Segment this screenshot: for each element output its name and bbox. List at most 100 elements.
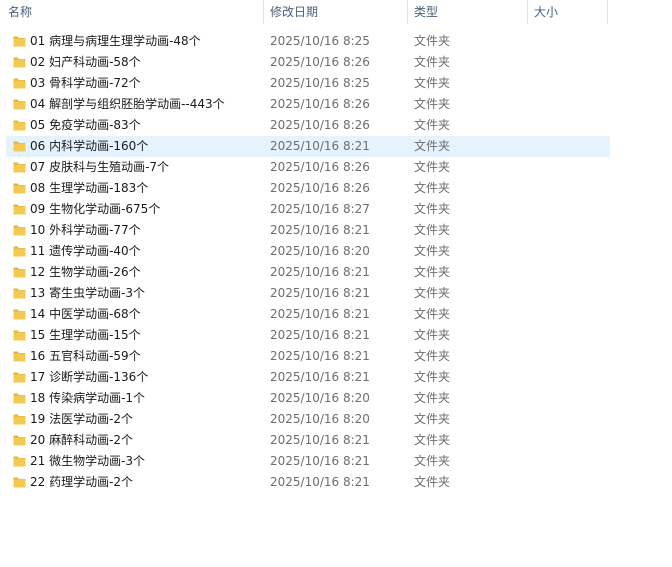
file-name: 19 法医学动画-2个 bbox=[30, 412, 134, 426]
file-date: 2025/10/16 8:21 bbox=[270, 265, 370, 279]
file-name: 17 诊断学动画-136个 bbox=[30, 370, 149, 384]
column-header-bar: ^ 名称 修改日期 类型 大小 bbox=[0, 0, 672, 26]
file-type: 文件夹 bbox=[414, 202, 451, 216]
folder-icon bbox=[13, 330, 26, 341]
file-name: 21 微生物学动画-3个 bbox=[30, 454, 146, 468]
file-type: 文件夹 bbox=[414, 349, 451, 363]
file-name: 15 生理学动画-15个 bbox=[30, 328, 141, 342]
file-type: 文件夹 bbox=[414, 118, 451, 132]
folder-icon bbox=[13, 183, 26, 194]
file-row[interactable]: 21 微生物学动画-3个 2025/10/16 8:21 文件夹 bbox=[6, 451, 610, 472]
folder-icon bbox=[13, 456, 26, 467]
file-row[interactable]: 19 法医学动画-2个 2025/10/16 8:20 文件夹 bbox=[6, 409, 610, 430]
file-type: 文件夹 bbox=[414, 328, 451, 342]
file-row[interactable]: 03 骨科学动画-72个 2025/10/16 8:25 文件夹 bbox=[6, 73, 610, 94]
column-header-date[interactable]: 修改日期 bbox=[264, 0, 408, 24]
file-date: 2025/10/16 8:26 bbox=[270, 160, 370, 174]
folder-icon bbox=[13, 204, 26, 215]
folder-icon bbox=[13, 120, 26, 131]
folder-icon bbox=[13, 36, 26, 47]
file-row[interactable]: 09 生物化学动画-675个 2025/10/16 8:27 文件夹 bbox=[6, 199, 610, 220]
file-date: 2025/10/16 8:25 bbox=[270, 34, 370, 48]
file-type: 文件夹 bbox=[414, 244, 451, 258]
file-date: 2025/10/16 8:20 bbox=[270, 412, 370, 426]
folder-icon bbox=[13, 57, 26, 68]
folder-icon bbox=[13, 288, 26, 299]
file-name: 08 生理学动画-183个 bbox=[30, 181, 149, 195]
column-header-name[interactable]: 名称 bbox=[0, 0, 264, 24]
file-date: 2025/10/16 8:26 bbox=[270, 97, 370, 111]
file-date: 2025/10/16 8:27 bbox=[270, 202, 370, 216]
file-type: 文件夹 bbox=[414, 160, 451, 174]
folder-icon bbox=[13, 309, 26, 320]
file-row[interactable]: 17 诊断学动画-136个 2025/10/16 8:21 文件夹 bbox=[6, 367, 610, 388]
file-type: 文件夹 bbox=[414, 370, 451, 384]
file-name: 13 寄生虫学动画-3个 bbox=[30, 286, 146, 300]
file-row[interactable]: 18 传染病学动画-1个 2025/10/16 8:20 文件夹 bbox=[6, 388, 610, 409]
file-date: 2025/10/16 8:21 bbox=[270, 328, 370, 342]
file-name: 20 麻醉科动画-2个 bbox=[30, 433, 134, 447]
file-row[interactable]: 06 内科学动画-160个 2025/10/16 8:21 文件夹 bbox=[6, 136, 610, 157]
column-header-type[interactable]: 类型 bbox=[408, 0, 528, 24]
folder-icon bbox=[13, 351, 26, 362]
file-list: 01 病理与病理生理学动画-48个 2025/10/16 8:25 文件夹 02 妇产… bbox=[0, 31, 672, 493]
file-name: 04 解剖学与组织胚胎学动画--443个 bbox=[30, 97, 225, 111]
file-row[interactable]: 10 外科学动画-77个 2025/10/16 8:21 文件夹 bbox=[6, 220, 610, 241]
folder-icon bbox=[13, 78, 26, 89]
folder-icon bbox=[13, 225, 26, 236]
file-row[interactable]: 12 生物学动画-26个 2025/10/16 8:21 文件夹 bbox=[6, 262, 610, 283]
file-name: 06 内科学动画-160个 bbox=[30, 139, 149, 153]
file-row[interactable]: 11 遗传学动画-40个 2025/10/16 8:20 文件夹 bbox=[6, 241, 610, 262]
file-date: 2025/10/16 8:21 bbox=[270, 454, 370, 468]
file-date: 2025/10/16 8:26 bbox=[270, 118, 370, 132]
file-name: 22 药理学动画-2个 bbox=[30, 475, 134, 489]
file-row[interactable]: 14 中医学动画-68个 2025/10/16 8:21 文件夹 bbox=[6, 304, 610, 325]
file-name: 10 外科学动画-77个 bbox=[30, 223, 141, 237]
file-name: 01 病理与病理生理学动画-48个 bbox=[30, 34, 201, 48]
file-row[interactable]: 02 妇产科动画-58个 2025/10/16 8:26 文件夹 bbox=[6, 52, 610, 73]
file-row[interactable]: 13 寄生虫学动画-3个 2025/10/16 8:21 文件夹 bbox=[6, 283, 610, 304]
file-type: 文件夹 bbox=[414, 391, 451, 405]
folder-icon bbox=[13, 477, 26, 488]
file-date: 2025/10/16 8:26 bbox=[270, 55, 370, 69]
file-name: 03 骨科学动画-72个 bbox=[30, 76, 141, 90]
file-row[interactable]: 08 生理学动画-183个 2025/10/16 8:26 文件夹 bbox=[6, 178, 610, 199]
file-date: 2025/10/16 8:21 bbox=[270, 349, 370, 363]
folder-icon bbox=[13, 414, 26, 425]
folder-icon bbox=[13, 162, 26, 173]
file-type: 文件夹 bbox=[414, 97, 451, 111]
file-date: 2025/10/16 8:21 bbox=[270, 139, 370, 153]
folder-icon bbox=[13, 372, 26, 383]
file-name: 16 五官科动画-59个 bbox=[30, 349, 141, 363]
file-date: 2025/10/16 8:21 bbox=[270, 223, 370, 237]
file-name: 11 遗传学动画-40个 bbox=[30, 244, 141, 258]
file-row[interactable]: 20 麻醉科动画-2个 2025/10/16 8:21 文件夹 bbox=[6, 430, 610, 451]
file-name: 12 生物学动画-26个 bbox=[30, 265, 141, 279]
file-name: 18 传染病学动画-1个 bbox=[30, 391, 146, 405]
file-row[interactable]: 15 生理学动画-15个 2025/10/16 8:21 文件夹 bbox=[6, 325, 610, 346]
folder-icon bbox=[13, 141, 26, 152]
file-date: 2025/10/16 8:25 bbox=[270, 76, 370, 90]
column-header-size[interactable]: 大小 bbox=[528, 0, 608, 24]
file-type: 文件夹 bbox=[414, 34, 451, 48]
file-date: 2025/10/16 8:21 bbox=[270, 370, 370, 384]
folder-icon bbox=[13, 246, 26, 257]
file-date: 2025/10/16 8:21 bbox=[270, 307, 370, 321]
file-row[interactable]: 07 皮肤科与生殖动画-7个 2025/10/16 8:26 文件夹 bbox=[6, 157, 610, 178]
file-name: 07 皮肤科与生殖动画-7个 bbox=[30, 160, 170, 174]
file-date: 2025/10/16 8:20 bbox=[270, 391, 370, 405]
file-row[interactable]: 16 五官科动画-59个 2025/10/16 8:21 文件夹 bbox=[6, 346, 610, 367]
file-type: 文件夹 bbox=[414, 307, 451, 321]
file-name: 09 生物化学动画-675个 bbox=[30, 202, 161, 216]
folder-icon bbox=[13, 99, 26, 110]
file-type: 文件夹 bbox=[414, 55, 451, 69]
file-name: 02 妇产科动画-58个 bbox=[30, 55, 141, 69]
file-type: 文件夹 bbox=[414, 265, 451, 279]
file-row[interactable]: 01 病理与病理生理学动画-48个 2025/10/16 8:25 文件夹 bbox=[6, 31, 610, 52]
file-row[interactable]: 04 解剖学与组织胚胎学动画--443个 2025/10/16 8:26 文件夹 bbox=[6, 94, 610, 115]
file-type: 文件夹 bbox=[414, 76, 451, 90]
file-date: 2025/10/16 8:21 bbox=[270, 433, 370, 447]
file-type: 文件夹 bbox=[414, 433, 451, 447]
file-row[interactable]: 22 药理学动画-2个 2025/10/16 8:21 文件夹 bbox=[6, 472, 610, 493]
file-row[interactable]: 05 免疫学动画-83个 2025/10/16 8:26 文件夹 bbox=[6, 115, 610, 136]
